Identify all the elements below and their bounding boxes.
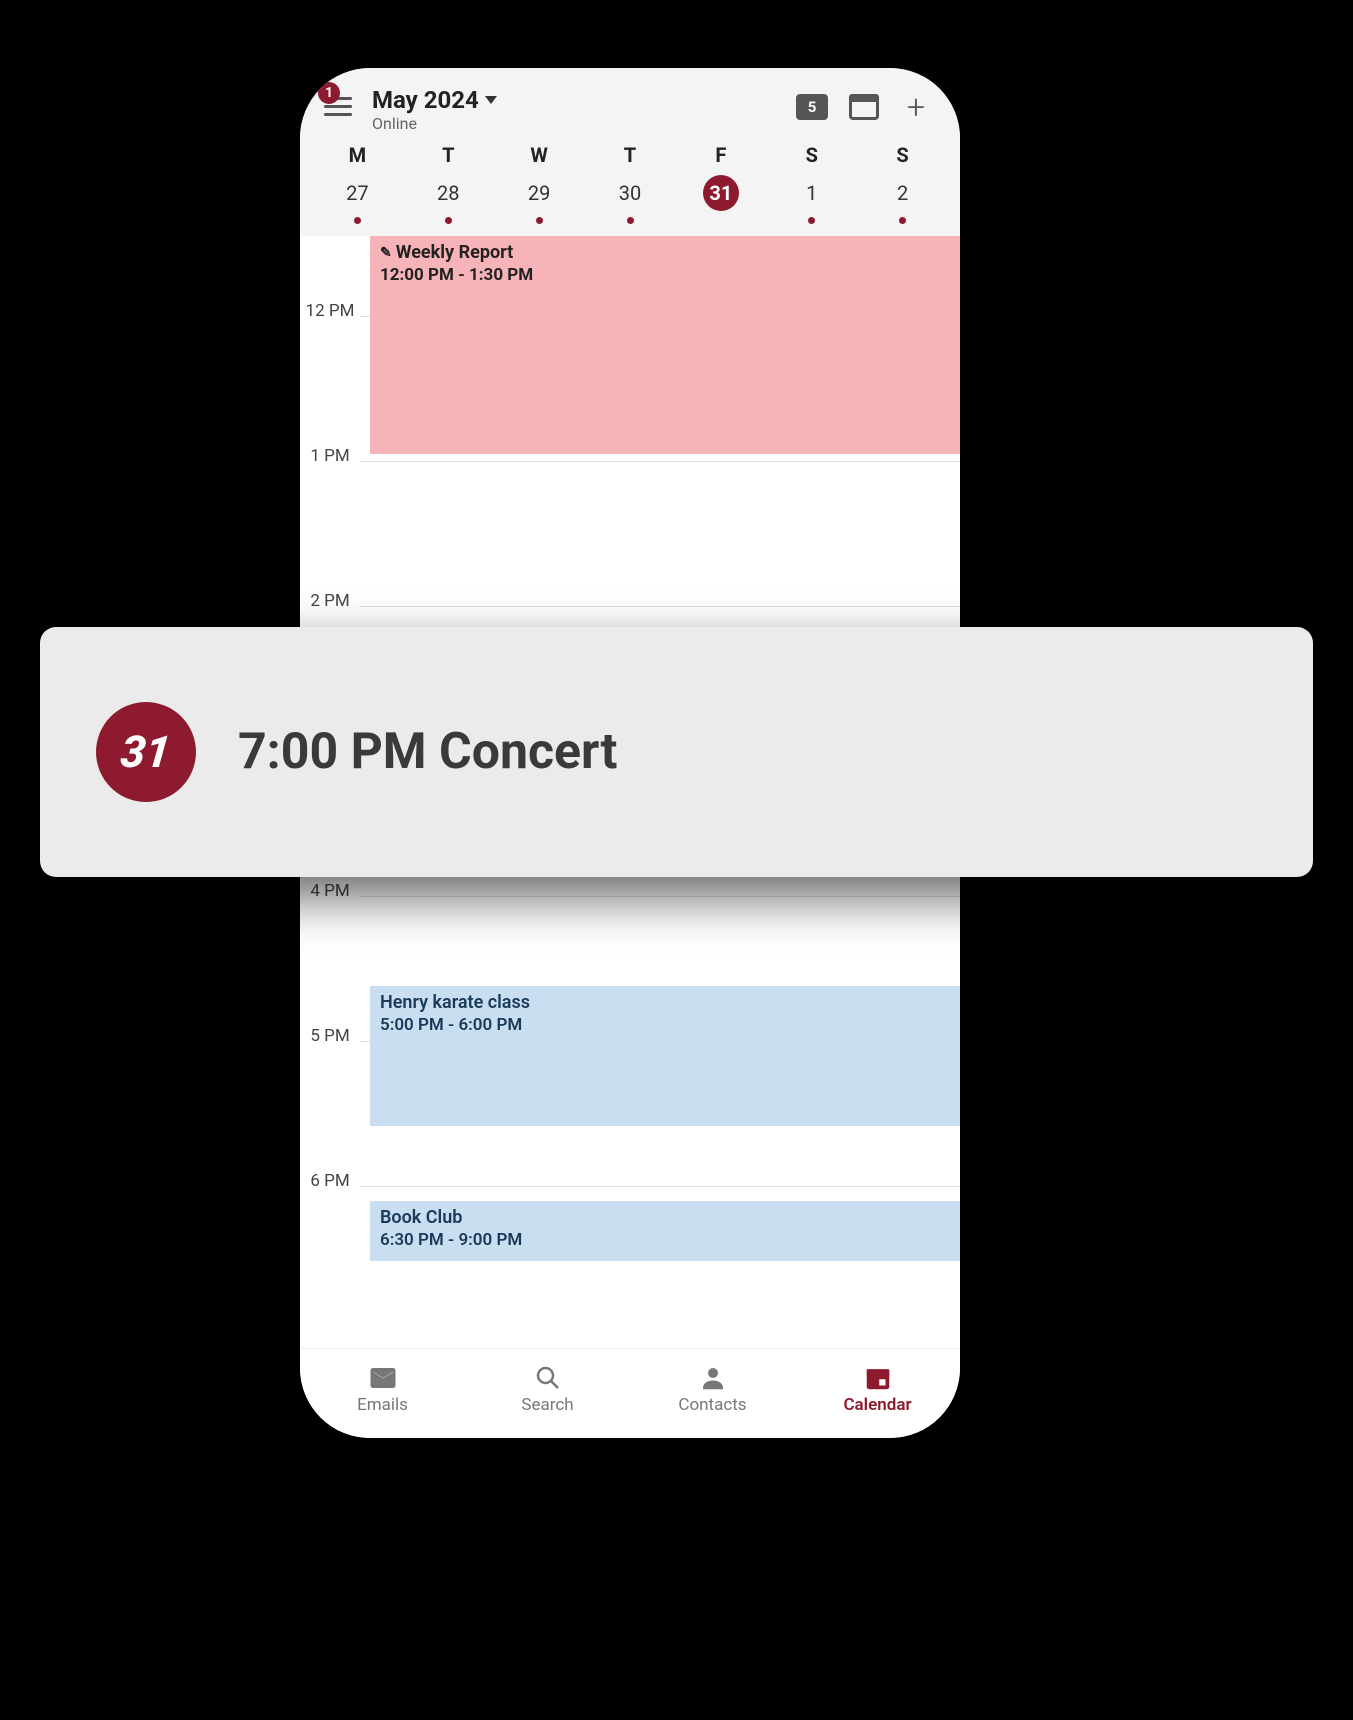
hour-label: 1 PM <box>300 447 360 467</box>
weekday-label: W <box>494 143 585 167</box>
tab-label: Search <box>521 1395 573 1415</box>
bottom-nav: Emails Search Contacts Calendar <box>300 1348 960 1438</box>
today-icon <box>849 94 879 120</box>
weekday-label: S <box>857 143 948 167</box>
event-indicator-dot <box>627 217 634 224</box>
event-indicator-dot <box>354 217 361 224</box>
hour-gridline <box>360 896 960 897</box>
day-cell[interactable]: 27 <box>312 175 403 228</box>
day-cell[interactable]: 30 <box>585 175 676 228</box>
date-number: 1 <box>794 175 830 211</box>
weekday-label: T <box>585 143 676 167</box>
date-number: 2 <box>885 175 921 211</box>
header: 1 May 2024 Online 5 + <box>300 68 960 139</box>
event-title: Book Club <box>380 1207 462 1228</box>
tab-emails[interactable]: Emails <box>300 1349 465 1428</box>
chevron-down-icon <box>485 96 497 104</box>
event-indicator-dot <box>808 217 815 224</box>
date-number: 30 <box>612 175 648 211</box>
month-title: May 2024 <box>372 86 479 114</box>
tab-calendar[interactable]: Calendar <box>795 1349 960 1428</box>
tab-label: Calendar <box>843 1395 911 1415</box>
hour-label: 4 PM <box>300 882 360 902</box>
weekday-label: M <box>312 143 403 167</box>
hour-label: 2 PM <box>300 592 360 612</box>
jump-to-date-button[interactable]: 5 <box>792 90 832 124</box>
event-indicator-dot <box>536 217 543 224</box>
weekday-header: M T W T F S S <box>300 139 960 173</box>
calendar-icon <box>863 1363 893 1393</box>
tab-label: Contacts <box>678 1395 746 1415</box>
weekday-label: F <box>675 143 766 167</box>
date-number: 27 <box>339 175 375 211</box>
view-toggle-button[interactable] <box>844 90 884 124</box>
notification-banner[interactable]: 31 7:00 PM Concert <box>40 627 1313 877</box>
plus-icon: + <box>907 88 925 126</box>
search-icon <box>533 1363 563 1393</box>
notification-text: 7:00 PM Concert <box>238 723 617 781</box>
event-title: Henry karate class <box>380 992 530 1013</box>
mail-icon <box>368 1363 398 1393</box>
connection-status: Online <box>372 114 792 133</box>
calendar-event[interactable]: Book Club 6:30 PM - 9:00 PM <box>370 1201 960 1261</box>
add-event-button[interactable]: + <box>896 90 936 124</box>
app-icon: 31 <box>96 702 196 802</box>
date-number-selected: 31 <box>703 175 739 211</box>
date-row: 27 28 29 30 31 1 2 <box>300 173 960 236</box>
calendar-event[interactable]: ✎Weekly Report 12:00 PM - 1:30 PM <box>370 236 960 454</box>
day-cell[interactable]: 28 <box>403 175 494 228</box>
hour-gridline <box>360 606 960 607</box>
event-time: 5:00 PM - 6:00 PM <box>380 1015 950 1035</box>
date-number: 28 <box>430 175 466 211</box>
person-icon <box>698 1363 728 1393</box>
hour-gridline <box>360 461 960 462</box>
event-title: Weekly Report <box>396 242 514 263</box>
hour-gridline <box>360 1186 960 1187</box>
calendar-event[interactable]: Henry karate class 5:00 PM - 6:00 PM <box>370 986 960 1126</box>
hour-label: 5 PM <box>300 1027 360 1047</box>
hour-label: 12 PM <box>300 302 360 322</box>
tab-search[interactable]: Search <box>465 1349 630 1428</box>
hour-label: 6 PM <box>300 1172 360 1192</box>
event-time: 6:30 PM - 9:00 PM <box>380 1230 950 1250</box>
date-chip-icon: 5 <box>796 94 828 120</box>
event-time: 12:00 PM - 1:30 PM <box>380 265 950 285</box>
day-cell[interactable]: 31 <box>675 175 766 228</box>
menu-badge: 1 <box>318 82 340 104</box>
day-cell[interactable]: 1 <box>766 175 857 228</box>
day-cell[interactable]: 2 <box>857 175 948 228</box>
menu-button[interactable]: 1 <box>324 88 360 124</box>
event-indicator-dot <box>899 217 906 224</box>
edit-icon: ✎ <box>380 245 392 261</box>
date-number: 29 <box>521 175 557 211</box>
event-indicator-dot <box>445 217 452 224</box>
app-icon-text: 31 <box>119 726 174 778</box>
tab-label: Emails <box>357 1395 408 1415</box>
month-picker[interactable]: May 2024 <box>372 86 792 114</box>
weekday-label: S <box>766 143 857 167</box>
weekday-label: T <box>403 143 494 167</box>
tab-contacts[interactable]: Contacts <box>630 1349 795 1428</box>
day-cell[interactable]: 29 <box>494 175 585 228</box>
